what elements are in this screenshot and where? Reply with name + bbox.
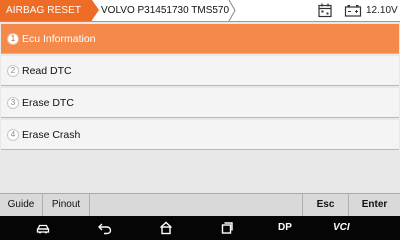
header-bar: AIRBAG RESET VOLVO P31451730 TMS570 12.1… (0, 0, 400, 22)
menu-item-label: Erase DTC (22, 97, 74, 109)
menu-item-read-dtc[interactable]: 2 Read DTC (1, 56, 399, 86)
home-icon[interactable] (158, 220, 174, 236)
menu-item-ecu-information[interactable]: 1 Ecu Information (1, 24, 399, 54)
enter-button[interactable]: Enter (348, 194, 400, 216)
menu-item-number: 3 (7, 97, 19, 109)
menu-item-number: 2 (7, 65, 19, 77)
menu-item-label: Read DTC (22, 65, 72, 77)
car-icon[interactable] (35, 220, 51, 236)
function-menu-list: 1 Ecu Information 2 Read DTC 3 Erase DTC… (1, 24, 399, 152)
system-nav-bar: DP VCI (0, 216, 400, 240)
breadcrumb-airbag-reset[interactable]: AIRBAG RESET (0, 0, 92, 21)
breadcrumb-current: VOLVO P31451730 TMS570 (101, 5, 230, 16)
menu-item-label: Ecu Information (22, 33, 96, 45)
dp-button[interactable]: DP (278, 216, 292, 240)
menu-item-number: 1 (7, 33, 19, 45)
menu-item-erase-crash[interactable]: 4 Erase Crash (1, 120, 399, 150)
battery-voltage: 12.10V (366, 5, 398, 16)
back-icon[interactable] (97, 220, 113, 236)
breadcrumb-arrow (92, 0, 99, 20)
breadcrumb-separator (228, 0, 236, 21)
vci-button[interactable]: VCI (333, 216, 350, 240)
recent-apps-icon[interactable] (219, 220, 235, 236)
battery-icon (344, 5, 362, 17)
menu-item-label: Erase Crash (22, 129, 81, 141)
menu-item-number: 4 (7, 129, 19, 141)
guide-button[interactable]: Guide (0, 194, 43, 216)
pinout-button[interactable]: Pinout (43, 194, 90, 216)
function-bar: Guide Pinout Esc Enter (0, 193, 400, 216)
esc-button[interactable]: Esc (302, 194, 348, 216)
menu-item-erase-dtc[interactable]: 3 Erase DTC (1, 88, 399, 118)
calendar-icon[interactable] (316, 2, 334, 19)
